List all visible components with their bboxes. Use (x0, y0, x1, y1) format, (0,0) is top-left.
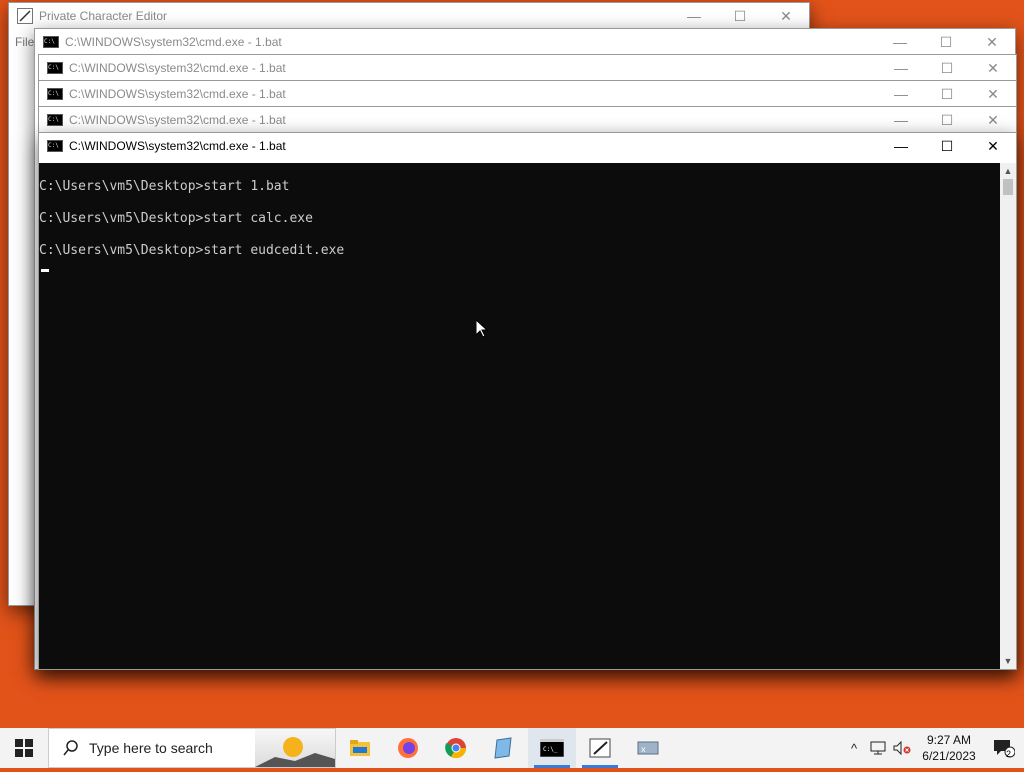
cmd-icon: C:\ (47, 88, 63, 100)
taskbar-search[interactable]: Type here to search (48, 728, 336, 768)
taskbar-private-character-editor[interactable] (576, 728, 624, 768)
cmd-icon: C:\ (47, 62, 63, 74)
scroll-down-arrow-icon[interactable]: ▼ (1000, 653, 1016, 669)
system-tray: ^ 9:27 AM 6/21/2023 2 (842, 728, 1024, 768)
maximize-button[interactable]: ☐ (923, 29, 969, 55)
chevron-up-icon[interactable]: ^ (842, 728, 866, 768)
taskbar-notepad[interactable] (480, 728, 528, 768)
maximize-button[interactable]: ☐ (924, 107, 970, 133)
console-output[interactable]: C:\Users\vm5\Desktop>start 1.bat C:\User… (39, 163, 1000, 669)
close-button[interactable]: ✕ (970, 107, 1016, 133)
console-line: C:\Users\vm5\Desktop>start calc.exe (39, 211, 313, 226)
cmd-icon: C:\ (47, 114, 63, 126)
cmd-icon: C:\ (43, 36, 59, 48)
pencil-icon (17, 8, 33, 24)
private-character-editor-icon (589, 738, 611, 758)
editor-title: Private Character Editor (39, 9, 168, 23)
chrome-icon (445, 738, 467, 759)
vertical-scrollbar[interactable]: ▲ ▼ (1000, 163, 1016, 669)
clock[interactable]: 9:27 AM 6/21/2023 (914, 732, 984, 764)
network-icon[interactable] (866, 728, 890, 768)
close-button[interactable]: ✕ (969, 29, 1015, 55)
cmd-title: C:\WINDOWS\system32\cmd.exe - 1.bat (69, 61, 286, 75)
notification-center-button[interactable]: 2 (984, 728, 1024, 768)
svg-text:C:\_: C:\_ (543, 746, 558, 753)
maximize-button[interactable]: ☐ (924, 55, 970, 81)
file-explorer-icon (350, 740, 370, 756)
cmd-titlebar[interactable]: C:\ C:\WINDOWS\system32\cmd.exe - 1.bat … (39, 81, 1016, 107)
console-line: C:\Users\vm5\Desktop>start eudcedit.exe (39, 243, 345, 258)
clock-time: 9:27 AM (926, 733, 972, 747)
taskbar: Type here to search C:\_ x ^ 9:27 AM 6/2… (0, 728, 1024, 768)
search-icon (63, 740, 78, 756)
firefox-icon (398, 738, 418, 758)
cmd-titlebar[interactable]: C:\ C:\WINDOWS\system32\cmd.exe - 1.bat … (35, 29, 1015, 55)
text-cursor (41, 269, 49, 272)
minimize-button[interactable]: — (878, 133, 924, 159)
cmd-window-active[interactable]: C:\ C:\WINDOWS\system32\cmd.exe - 1.bat … (38, 132, 1017, 670)
clock-date: 6/21/2023 (922, 749, 976, 763)
windows-start-icon (15, 739, 33, 757)
maximize-button[interactable]: ☐ (924, 133, 970, 159)
maximize-button[interactable]: ☐ (717, 3, 763, 29)
scroll-up-arrow-icon[interactable]: ▲ (1000, 163, 1016, 179)
mouse-pointer-icon (476, 320, 488, 338)
notification-count: 2 (1005, 749, 1011, 759)
close-button[interactable]: ✕ (970, 81, 1016, 107)
editor-menu-file[interactable]: File (15, 35, 34, 49)
cmd-titlebar[interactable]: C:\ C:\WINDOWS\system32\cmd.exe - 1.bat … (39, 107, 1016, 133)
minimize-button[interactable]: — (878, 81, 924, 107)
minimize-button[interactable]: — (878, 55, 924, 81)
close-button[interactable]: ✕ (970, 133, 1016, 159)
cmd-titlebar[interactable]: C:\ C:\WINDOWS\system32\cmd.exe - 1.bat … (39, 133, 1016, 159)
console-line: C:\Users\vm5\Desktop>start 1.bat (39, 179, 290, 194)
cmd-titlebar[interactable]: C:\ C:\WINDOWS\system32\cmd.exe - 1.bat … (39, 55, 1016, 81)
search-placeholder: Type here to search (89, 740, 213, 756)
cmd-icon: C:\ (47, 140, 63, 152)
taskbar-file-explorer[interactable] (336, 728, 384, 768)
start-button[interactable] (0, 728, 48, 768)
minimize-button[interactable]: — (878, 107, 924, 133)
scrollbar-thumb[interactable] (1003, 179, 1013, 195)
search-highlight-image (255, 729, 335, 767)
notepad-icon (494, 737, 512, 759)
taskbar-firefox[interactable] (384, 728, 432, 768)
taskbar-generic-app[interactable]: x (624, 728, 672, 768)
taskbar-cmd[interactable]: C:\_ (528, 728, 576, 768)
taskbar-chrome[interactable] (432, 728, 480, 768)
generic-app-icon: x (637, 741, 659, 755)
cmd-title: C:\WINDOWS\system32\cmd.exe - 1.bat (69, 139, 286, 153)
volume-muted-icon[interactable] (890, 728, 914, 768)
maximize-button[interactable]: ☐ (924, 81, 970, 107)
minimize-button[interactable]: — (877, 29, 923, 55)
cmd-title: C:\WINDOWS\system32\cmd.exe - 1.bat (69, 113, 286, 127)
cmd-title: C:\WINDOWS\system32\cmd.exe - 1.bat (65, 35, 282, 49)
editor-titlebar[interactable]: Private Character Editor — ☐ ✕ (9, 3, 809, 29)
cmd-icon: C:\_ (540, 739, 564, 757)
notification-icon (994, 740, 1015, 758)
cmd-title: C:\WINDOWS\system32\cmd.exe - 1.bat (69, 87, 286, 101)
close-button[interactable]: ✕ (970, 55, 1016, 81)
close-button[interactable]: ✕ (763, 3, 809, 29)
minimize-button[interactable]: — (671, 3, 717, 29)
svg-text:x: x (641, 745, 646, 754)
